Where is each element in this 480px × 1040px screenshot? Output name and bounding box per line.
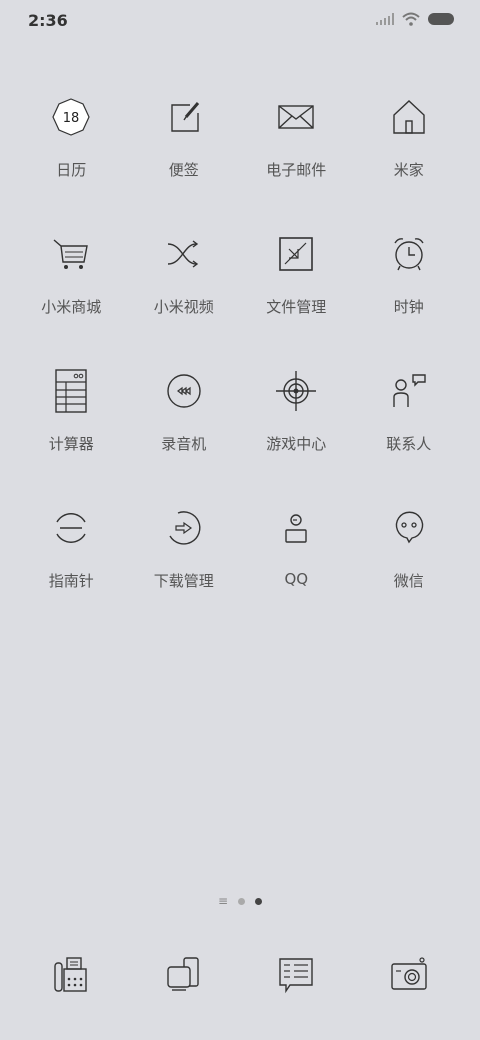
app-label: 联系人 bbox=[386, 435, 432, 453]
app-clock[interactable]: 时钟 bbox=[353, 217, 466, 354]
app-label: 小米商城 bbox=[41, 298, 102, 316]
devices-icon bbox=[167, 957, 199, 991]
shuffle-icon bbox=[156, 226, 212, 282]
app-label: 下载管理 bbox=[153, 572, 214, 590]
app-row: 18 日历 便签 电子邮件 米家 bbox=[15, 80, 465, 217]
app-label: 日历 bbox=[56, 161, 87, 179]
status-bar: 2:36 bbox=[0, 0, 480, 42]
dock-camera[interactable] bbox=[353, 945, 466, 1005]
calendar-date: 18 bbox=[63, 111, 80, 126]
app-label: 时钟 bbox=[393, 298, 424, 316]
app-wechat[interactable]: 微信 bbox=[353, 491, 466, 628]
app-label: 便签 bbox=[168, 161, 199, 179]
page-dot-active bbox=[255, 897, 263, 905]
app-email[interactable]: 电子邮件 bbox=[240, 80, 353, 217]
dock-phone[interactable] bbox=[15, 945, 128, 1005]
app-label: 游戏中心 bbox=[266, 435, 327, 453]
alarm-clock-icon bbox=[381, 226, 437, 282]
cart-icon bbox=[43, 226, 99, 282]
notes-icon bbox=[156, 89, 212, 145]
mail-icon bbox=[268, 89, 324, 145]
compass-icon bbox=[43, 500, 99, 556]
download-icon bbox=[156, 500, 212, 556]
app-mi-video[interactable]: 小米视频 bbox=[128, 217, 241, 354]
battery-icon bbox=[428, 13, 454, 25]
rewind-icon bbox=[156, 363, 212, 419]
app-row: 小米商城 小米视频 文件管理 时钟 bbox=[15, 217, 465, 354]
dock-devices[interactable] bbox=[128, 945, 241, 1005]
wechat-icon bbox=[381, 500, 437, 556]
app-mi-store[interactable]: 小米商城 bbox=[15, 217, 128, 354]
app-grid: 18 日历 便签 电子邮件 米家 小米商城 小米视频 文件管理 时钟 计算器 录… bbox=[15, 80, 465, 628]
app-label: 微信 bbox=[393, 572, 424, 590]
app-row: 计算器 录音机 游戏中心 联系人 bbox=[15, 354, 465, 491]
calculator-icon bbox=[43, 363, 99, 419]
app-qq[interactable]: QQ bbox=[240, 491, 353, 628]
app-label: 米家 bbox=[393, 161, 424, 179]
app-label: QQ bbox=[284, 570, 309, 588]
wifi-icon bbox=[402, 12, 420, 26]
app-label: 指南针 bbox=[48, 572, 94, 590]
app-label: 计算器 bbox=[48, 435, 94, 453]
qq-icon bbox=[268, 500, 324, 556]
status-icons bbox=[376, 12, 454, 26]
calendar-icon: 18 bbox=[43, 89, 99, 145]
camera-icon bbox=[391, 957, 427, 990]
app-file-manager[interactable]: 文件管理 bbox=[240, 217, 353, 354]
app-label: 文件管理 bbox=[266, 298, 327, 316]
app-recorder[interactable]: 录音机 bbox=[128, 354, 241, 491]
status-time: 2:36 bbox=[28, 11, 68, 30]
app-label: 电子邮件 bbox=[266, 161, 327, 179]
app-calculator[interactable]: 计算器 bbox=[15, 354, 128, 491]
page-indicator[interactable]: ≡ bbox=[0, 895, 480, 907]
app-downloads[interactable]: 下载管理 bbox=[128, 491, 241, 628]
app-contacts[interactable]: 联系人 bbox=[353, 354, 466, 491]
dock-messages[interactable] bbox=[240, 945, 353, 1005]
app-label: 小米视频 bbox=[153, 298, 214, 316]
file-manager-icon bbox=[268, 226, 324, 282]
app-calendar[interactable]: 18 日历 bbox=[15, 80, 128, 217]
contact-icon bbox=[381, 363, 437, 419]
signal-icon bbox=[376, 13, 394, 25]
crosshair-icon bbox=[268, 363, 324, 419]
app-notes[interactable]: 便签 bbox=[128, 80, 241, 217]
app-game-center[interactable]: 游戏中心 bbox=[240, 354, 353, 491]
fax-phone-icon bbox=[54, 957, 87, 992]
home-icon bbox=[381, 89, 437, 145]
dock bbox=[15, 945, 465, 1005]
app-label: 录音机 bbox=[161, 435, 207, 453]
app-compass[interactable]: 指南针 bbox=[15, 491, 128, 628]
messages-icon bbox=[279, 958, 313, 994]
menu-lines-icon: ≡ bbox=[217, 894, 229, 908]
app-mi-home[interactable]: 米家 bbox=[353, 80, 466, 217]
app-row: 指南针 下载管理 QQ 微信 bbox=[15, 491, 465, 628]
page-dot bbox=[238, 897, 246, 905]
